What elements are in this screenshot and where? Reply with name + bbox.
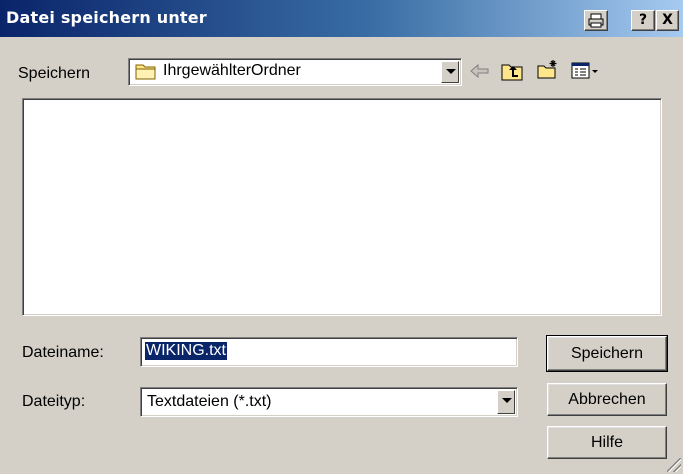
save-in-value: IhrgewählterOrdner [163,62,301,79]
view-menu-icon[interactable] [570,60,604,82]
chevron-down-icon[interactable] [441,61,459,83]
filename-label: Dateiname: [22,344,104,361]
help-dialog-button[interactable]: Hilfe [547,426,667,459]
file-list[interactable] [22,98,662,316]
filetype-select[interactable]: Textdateien (*.txt) [140,387,518,417]
filetype-value: Textdateien (*.txt) [147,393,272,410]
help-icon: ? [638,12,648,28]
back-arrow-icon[interactable] [468,60,492,82]
filename-input[interactable]: WIKING.txt [140,337,518,367]
close-icon: X [662,12,673,28]
save-button[interactable]: Speichern [546,335,668,372]
save-as-dialog: Datei speichern unter ? X Speichern Ihrg… [0,0,683,474]
cancel-button-label: Abbrechen [568,391,646,408]
close-button[interactable]: X [656,10,679,31]
save-in-combo[interactable]: IhrgewählterOrdner [128,58,462,86]
filetype-label: Dateityp: [22,393,86,410]
help-button-label: Hilfe [590,434,623,451]
save-button-label: Speichern [570,345,644,362]
filename-value: WIKING.txt [145,342,227,360]
print-icon[interactable] [584,10,608,31]
save-in-label: Speichern [18,65,91,82]
folder-icon [135,64,156,80]
cancel-button[interactable]: Abbrechen [547,383,667,416]
new-folder-icon[interactable] [536,58,560,80]
title-bar[interactable]: Datei speichern unter ? X [0,0,683,37]
chevron-down-icon[interactable] [497,390,515,414]
window-title: Datei speichern unter [6,8,207,27]
resize-grip[interactable] [667,458,681,472]
help-button[interactable]: ? [631,10,655,31]
up-one-level-icon[interactable] [500,60,524,82]
